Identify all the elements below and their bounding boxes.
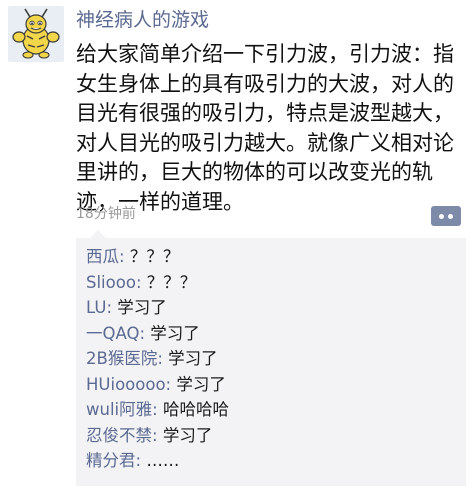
- comment-text: ？？？: [146, 272, 197, 292]
- comment-text: 哈哈哈哈: [162, 400, 229, 419]
- comment-item[interactable]: 西瓜: ？？？: [86, 244, 229, 270]
- comment-section: 西瓜: ？？？ Sliooo: ？？？ LU: 学习了 一QAQ: 学习了 2B猴医院:…: [76, 230, 466, 486]
- more-options-button[interactable]: [431, 206, 461, 226]
- comment-author[interactable]: 一QAQ: [86, 324, 139, 343]
- comment-item[interactable]: Sliooo: ？？？: [86, 270, 229, 296]
- more-dots-icon: [448, 213, 453, 219]
- comment-separator: :: [165, 374, 177, 394]
- comment-separator: :: [106, 298, 118, 317]
- comment-separator: :: [157, 349, 169, 368]
- post-body-text: 给大家简单介绍一下引力波，引力波：指女生身体上的具有吸引力的大波，对人的目光有很…: [76, 42, 454, 214]
- comment-text: 学习了: [162, 425, 213, 445]
- comment-separator: :: [152, 425, 163, 445]
- comment-separator: :: [152, 400, 163, 419]
- comment-text: 学习了: [176, 374, 226, 394]
- comment-separator: :: [139, 323, 151, 343]
- comment-item[interactable]: 2B猴医院: 学习了: [86, 346, 229, 372]
- comment-separator: :: [135, 272, 147, 292]
- comment-text: 学习了: [117, 298, 167, 317]
- comment-author[interactable]: 忍俊不禁: [86, 426, 152, 445]
- poster-name[interactable]: 神经病人的游戏: [76, 8, 209, 32]
- comment-author[interactable]: wuli阿雅: [86, 400, 152, 419]
- comment-list: 西瓜: ？？？ Sliooo: ？？？ LU: 学习了 一QAQ: 学习了 2B猴医院:…: [86, 244, 229, 474]
- comment-author[interactable]: 西瓜: [86, 247, 119, 266]
- comment-author[interactable]: 2B猴医院: [86, 349, 157, 368]
- avatar[interactable]: [8, 6, 64, 62]
- post-timestamp: 18分钟前: [76, 206, 136, 222]
- comment-author[interactable]: HUiooooo: [86, 375, 166, 394]
- comment-item[interactable]: 一QAQ: 学习了: [86, 321, 229, 347]
- comment-author[interactable]: LU: [86, 298, 106, 317]
- comment-text: ……: [146, 451, 180, 470]
- comment-author[interactable]: 精分君: [86, 451, 136, 470]
- comment-text: ？？？: [129, 247, 180, 266]
- moments-post: 神经病人的游戏 给大家简单介绍一下引力波，引力波：指女生身体上的具有吸引力的大波…: [0, 0, 470, 494]
- comment-text: 学习了: [168, 349, 218, 368]
- comment-separator: :: [119, 247, 130, 266]
- comment-text: 学习了: [150, 323, 200, 343]
- comment-item[interactable]: LU: 学习了: [86, 295, 229, 321]
- comment-author[interactable]: Sliooo: [86, 273, 136, 292]
- comment-item[interactable]: HUiooooo: 学习了: [86, 372, 229, 398]
- comment-item[interactable]: wuli阿雅: 哈哈哈哈: [86, 397, 229, 423]
- comment-item[interactable]: 忍俊不禁: 学习了: [86, 423, 229, 449]
- comment-item[interactable]: 精分君: ……: [86, 448, 229, 474]
- more-dots-icon: [439, 213, 444, 219]
- comment-separator: :: [135, 451, 147, 470]
- cartoon-character-icon: [8, 6, 64, 62]
